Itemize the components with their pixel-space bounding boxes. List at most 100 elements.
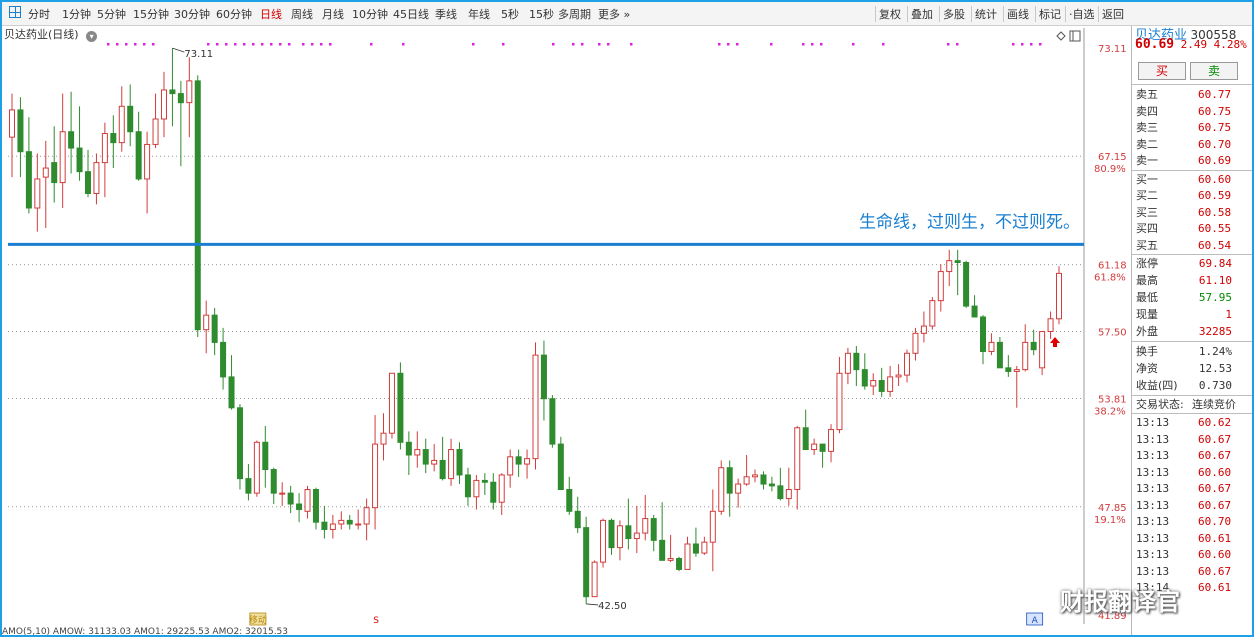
candle-body[interactable] xyxy=(844,352,851,374)
sell-level-price[interactable]: 60.70 xyxy=(1198,136,1231,153)
candle-body[interactable] xyxy=(819,443,826,452)
event-marker[interactable]: A xyxy=(1032,616,1039,626)
candle-body[interactable] xyxy=(988,341,995,352)
candle-body[interactable] xyxy=(583,527,590,598)
candle-body[interactable] xyxy=(963,261,970,307)
candle-body[interactable] xyxy=(431,459,438,465)
candle-body[interactable] xyxy=(296,503,303,510)
candle-body[interactable] xyxy=(464,474,471,498)
candle-body[interactable] xyxy=(329,523,336,530)
candle-body[interactable] xyxy=(954,260,961,263)
candle-body[interactable] xyxy=(608,519,615,549)
buy-level-price[interactable]: 60.59 xyxy=(1198,187,1231,204)
candle-body[interactable] xyxy=(490,481,497,503)
candle-body[interactable] xyxy=(338,519,345,525)
candle-body[interactable] xyxy=(9,109,15,138)
candle-body[interactable] xyxy=(904,352,911,376)
candle-body[interactable] xyxy=(937,271,944,302)
candle-body[interactable] xyxy=(574,510,581,529)
candle-body[interactable] xyxy=(735,483,742,494)
candle-body[interactable] xyxy=(346,519,353,525)
candle-body[interactable] xyxy=(828,429,835,452)
candle-body[interactable] xyxy=(895,374,902,378)
candle-body[interactable] xyxy=(1013,369,1020,372)
candle-body[interactable] xyxy=(25,151,32,209)
candle-body[interactable] xyxy=(600,519,607,563)
candle-body[interactable] xyxy=(642,518,649,534)
candle-body[interactable] xyxy=(811,443,818,451)
buy-level-price[interactable]: 60.55 xyxy=(1198,220,1231,237)
candle-body[interactable] xyxy=(169,89,176,95)
candle-body[interactable] xyxy=(1056,272,1062,320)
candle-body[interactable] xyxy=(380,432,387,445)
candle-body[interactable] xyxy=(625,525,632,540)
candle-body[interactable] xyxy=(152,118,159,145)
candle-body[interactable] xyxy=(372,443,379,509)
candle-body[interactable] xyxy=(701,541,708,554)
candle-body[interactable] xyxy=(515,456,522,465)
event-marker[interactable]: S xyxy=(373,616,379,626)
candle-body[interactable] xyxy=(481,479,488,483)
candle-body[interactable] xyxy=(676,558,683,570)
buy-level-price[interactable]: 60.54 xyxy=(1198,237,1231,254)
candle-body[interactable] xyxy=(262,441,269,471)
candle-body[interactable] xyxy=(996,341,1003,369)
buy-level-price[interactable]: 60.58 xyxy=(1198,204,1231,221)
candle-body[interactable] xyxy=(718,467,725,512)
candle-body[interactable] xyxy=(853,352,860,371)
candle-body[interactable] xyxy=(76,147,83,173)
candle-body[interactable] xyxy=(17,109,24,153)
candle-body[interactable] xyxy=(929,300,936,327)
candle-body[interactable] xyxy=(659,539,666,561)
candle-body[interactable] xyxy=(355,523,362,526)
candle-body[interactable] xyxy=(236,407,243,480)
candle-body[interactable] xyxy=(177,93,184,104)
candle-body[interactable] xyxy=(591,561,598,598)
candle-body[interactable] xyxy=(887,376,894,392)
candle-body[interactable] xyxy=(194,80,201,331)
candle-body[interactable] xyxy=(802,427,809,451)
buy-button[interactable]: 买 xyxy=(1138,62,1186,80)
candle-body[interactable] xyxy=(650,518,657,541)
candle-body[interactable] xyxy=(110,133,117,144)
candle-body[interactable] xyxy=(540,354,547,400)
candle-body[interactable] xyxy=(228,376,235,409)
candle-body[interactable] xyxy=(752,474,759,478)
candle-body[interactable] xyxy=(414,449,421,456)
candle-body[interactable] xyxy=(160,89,167,120)
candle-body[interactable] xyxy=(439,459,446,480)
candle-body[interactable] xyxy=(980,316,987,352)
candle-body[interactable] xyxy=(946,260,953,273)
candle-body[interactable] xyxy=(760,474,767,485)
candle-body[interactable] xyxy=(1022,341,1029,371)
candle-body[interactable] xyxy=(42,167,49,178)
candle-body[interactable] xyxy=(616,525,623,549)
candle-body[interactable] xyxy=(321,521,328,530)
candle-body[interactable] xyxy=(633,532,640,540)
candle-body[interactable] xyxy=(1047,318,1054,332)
candle-body[interactable] xyxy=(51,162,58,184)
candle-body[interactable] xyxy=(59,131,66,184)
candle-body[interactable] xyxy=(1039,331,1046,369)
candle-body[interactable] xyxy=(861,369,868,387)
candle-body[interactable] xyxy=(422,449,429,465)
candle-body[interactable] xyxy=(549,398,556,445)
event-marker[interactable]: 移动 xyxy=(249,614,267,626)
candle-body[interactable] xyxy=(270,469,277,494)
candle-body[interactable] xyxy=(388,372,395,434)
sell-level-price[interactable]: 60.77 xyxy=(1198,86,1231,103)
layout-icon[interactable] xyxy=(1069,30,1081,42)
candle-body[interactable] xyxy=(777,485,784,500)
sell-button[interactable]: 卖 xyxy=(1190,62,1238,80)
candle-body[interactable] xyxy=(144,143,151,180)
candle-body[interactable] xyxy=(473,479,480,498)
sell-level-price[interactable]: 60.75 xyxy=(1198,103,1231,120)
candle-body[interactable] xyxy=(405,441,412,456)
diamond-icon[interactable] xyxy=(1056,31,1066,41)
candle-body[interactable] xyxy=(304,489,311,512)
candle-body[interactable] xyxy=(794,427,801,491)
candle-body[interactable] xyxy=(203,314,210,331)
candle-body[interactable] xyxy=(532,354,539,460)
candle-body[interactable] xyxy=(186,80,193,104)
candle-body[interactable] xyxy=(743,476,750,485)
